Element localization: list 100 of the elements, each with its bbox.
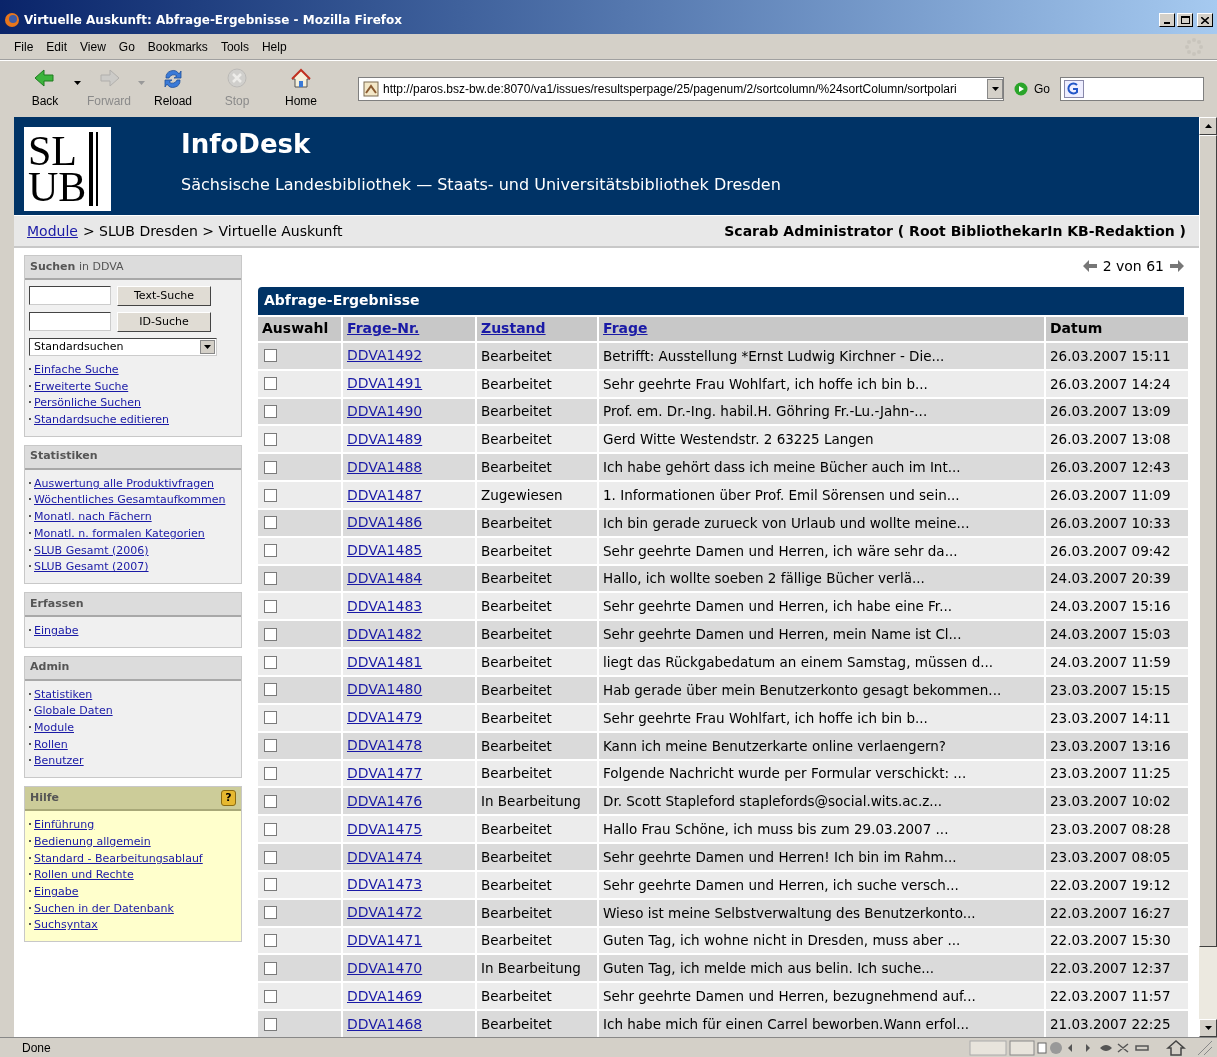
sidebar-link[interactable]: Globale Daten — [34, 703, 113, 721]
sidebar-link[interactable]: Module — [34, 720, 74, 737]
row-checkbox[interactable] — [264, 906, 277, 920]
table-cell: 22.03.2007 15:30 — [1046, 927, 1188, 954]
panel-title: Admin — [30, 659, 70, 676]
user-name: Scarab Administrator ( Root BibliothekarIn KB-Redaktion ) — [724, 221, 1186, 241]
row-checkbox[interactable] — [264, 739, 277, 753]
text-input[interactable] — [29, 286, 111, 306]
table-cell: liegt das Rückgabedatum an einem Samstag, müssen d... — [599, 649, 1044, 675]
sidebar-link[interactable]: Einführung — [34, 817, 95, 834]
row-checkbox[interactable] — [264, 599, 277, 613]
row-checkbox[interactable] — [264, 544, 277, 558]
sidebar-link[interactable]: Bedienung allgemein — [34, 833, 151, 851]
sidebar-link[interactable]: Suchsyntax — [34, 917, 98, 935]
right-arrow-icon[interactable] — [1170, 260, 1184, 273]
address-field[interactable]: http://paros.bsz-bw.de:8070/va1/issues/resultsperpage/25/pagenum/2/sortcolumn/%24sortColumn/sortpolari — [358, 77, 1004, 101]
back-arrow-icon — [33, 68, 57, 88]
row-checkbox[interactable] — [264, 711, 277, 725]
help-icon[interactable]: ? — [221, 790, 236, 807]
forward-arrow-icon — [97, 68, 121, 88]
table-cell: 26.03.2007 13:08 — [1046, 426, 1188, 453]
sidebar-link[interactable]: Suchen in der Datenbank — [34, 900, 174, 918]
table-cell: Bearbeitet — [477, 593, 597, 620]
scroll-down-button[interactable] — [1199, 1019, 1217, 1037]
sidebar-link[interactable]: SLUB Gesamt (2006) — [34, 542, 149, 560]
table-cell: Ich bin gerade zurueck von Urlaub und wollte meine... — [599, 509, 1044, 536]
sidebar-link[interactable]: Einfache Suche — [34, 361, 119, 379]
row-checkbox[interactable] — [264, 766, 277, 780]
sidebar-link[interactable]: Statistiken — [34, 686, 93, 704]
reload-button[interactable]: Reload — [148, 68, 198, 110]
menu-item[interactable]: Tools — [220, 37, 249, 56]
table-cell: 22.03.2007 16:27 — [1046, 899, 1188, 926]
row-checkbox[interactable] — [264, 460, 277, 474]
sidebar-link[interactable]: Rollen — [34, 736, 68, 754]
go-button[interactable]: Go — [1014, 80, 1050, 98]
table-cell: In Bearbeitung — [477, 955, 597, 982]
menu-item[interactable]: File — [14, 37, 34, 56]
row-checkbox[interactable] — [264, 349, 277, 363]
table-cell: 26.03.2007 13:09 — [1046, 398, 1188, 425]
maximize-button[interactable] — [1177, 13, 1193, 27]
row-checkbox[interactable] — [264, 850, 277, 864]
close-button[interactable] — [1197, 13, 1213, 27]
table-cell: 26.03.2007 14:24 — [1046, 370, 1188, 397]
sidebar-link[interactable]: Monatl. n. formalen Kategorien — [34, 525, 205, 543]
table-cell: Bearbeitet — [477, 509, 597, 536]
row-checkbox[interactable] — [264, 683, 277, 697]
back-button[interactable]: Back — [20, 68, 70, 110]
left-arrow-icon[interactable] — [1082, 260, 1097, 273]
search-button[interactable]: Text-Suche — [117, 285, 211, 306]
menu-item[interactable]: Edit — [46, 37, 68, 56]
panel-title: Suchen in DDVA — [30, 258, 124, 275]
table-cell: 26.03.2007 15:11 — [1046, 342, 1188, 369]
row-checkbox[interactable] — [264, 1017, 277, 1031]
sidebar-link[interactable]: Eingabe — [34, 622, 79, 640]
row-checkbox[interactable] — [264, 794, 277, 808]
sidebar-link[interactable]: Rollen und Rechte — [34, 867, 134, 884]
sidebar-link[interactable]: Monatl. nach Fächern — [34, 509, 152, 526]
row-checkbox[interactable] — [264, 572, 277, 586]
table-cell: 24.03.2007 15:03 — [1046, 621, 1188, 648]
row-checkbox[interactable] — [264, 488, 277, 502]
row-checkbox[interactable] — [264, 822, 277, 836]
row-checkbox[interactable] — [264, 432, 277, 446]
sidebar-link[interactable]: Wöchentliches Gesamtaufkommen — [34, 492, 226, 510]
table-cell: Bearbeitet — [477, 565, 597, 592]
sidebar-link[interactable]: Persönliche Suchen — [34, 395, 142, 412]
menu-item[interactable]: Go — [118, 37, 135, 56]
sidebar-link[interactable]: Standard - Bearbeitungsablauf — [34, 850, 203, 868]
row-checkbox[interactable] — [264, 878, 277, 892]
sidebar-link[interactable]: Erweiterte Suche — [34, 378, 129, 396]
row-checkbox[interactable] — [264, 377, 277, 391]
row-checkbox[interactable] — [264, 405, 277, 418]
row-checkbox[interactable] — [264, 961, 277, 975]
minimize-button[interactable] — [1159, 13, 1175, 27]
search-select[interactable]: Standardsuchen — [29, 337, 217, 356]
scroll-up-button[interactable] — [1199, 117, 1217, 135]
row-checkbox[interactable] — [264, 989, 277, 1003]
row-checkbox[interactable] — [264, 655, 277, 669]
sidebar-link[interactable]: Eingabe — [34, 883, 79, 901]
table-cell: 21.03.2007 22:25 — [1046, 1011, 1188, 1037]
sidebar-link[interactable]: Auswertung alle Produktivfragen — [34, 475, 214, 493]
text-input[interactable] — [29, 312, 111, 332]
home-button[interactable]: Home — [276, 68, 326, 110]
sort-link[interactable]: Frage — [603, 318, 648, 340]
row-checkbox[interactable] — [264, 627, 277, 641]
menu-item[interactable]: Bookmarks — [147, 37, 208, 56]
dropdown-arrow-icon[interactable] — [73, 81, 81, 85]
sidebar-link[interactable]: SLUB Gesamt (2007) — [34, 559, 149, 576]
search-button[interactable]: ID-Suche — [117, 311, 211, 332]
menu-item[interactable]: View — [80, 37, 106, 56]
row-checkbox[interactable] — [264, 934, 277, 948]
sidebar-link[interactable]: Benutzer — [34, 753, 84, 771]
row-checkbox[interactable] — [264, 516, 277, 530]
search-field[interactable] — [1060, 77, 1204, 101]
menu-item[interactable]: Help — [261, 37, 287, 56]
close-icon — [1201, 16, 1209, 24]
breadcrumb-link[interactable]: Module — [27, 220, 78, 242]
sidebar-link[interactable]: Standardsuche editieren — [34, 412, 169, 429]
table-cell: Sehr geehrte Damen und Herren, mein Name ist Cl... — [599, 621, 1044, 648]
table-cell: Kann ich meine Benutzerkarte online verlaengern? — [599, 732, 1044, 759]
site-subtitle: Sächsische Landesbibliothek — Staats- und Universitätsbibliothek Dresden — [181, 174, 781, 196]
